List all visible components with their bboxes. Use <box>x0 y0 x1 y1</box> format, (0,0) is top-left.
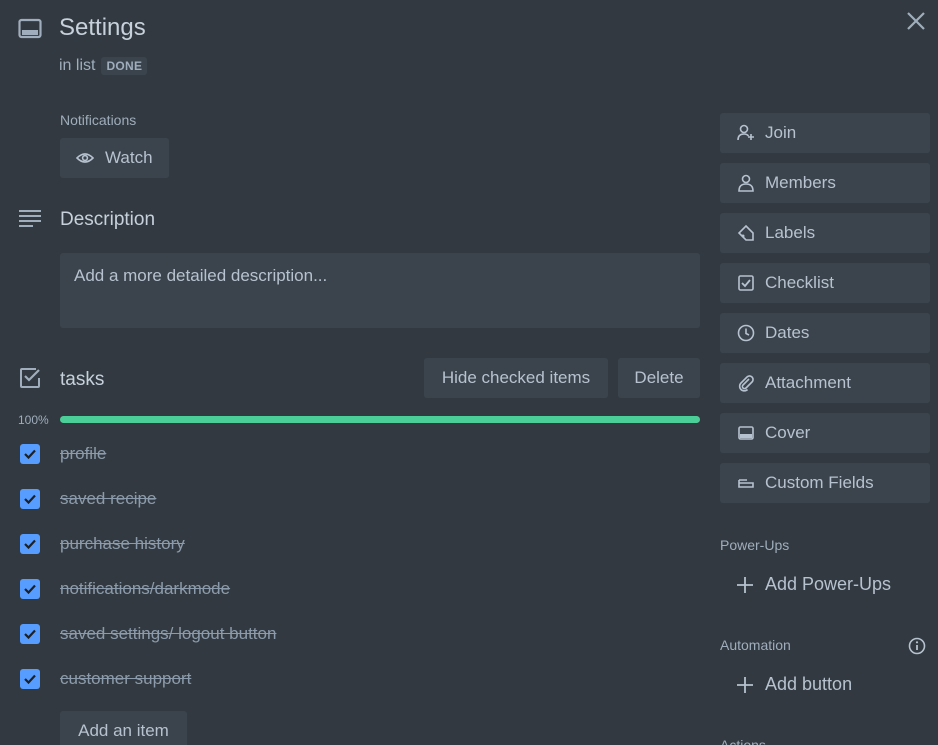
checkbox[interactable] <box>20 669 40 689</box>
sidebar-button-label: Dates <box>765 323 810 342</box>
sidebar-labels-button[interactable]: Labels <box>720 213 930 253</box>
description-input[interactable]: Add a more detailed description... <box>60 253 700 328</box>
cover-icon <box>737 424 755 442</box>
checkbox[interactable] <box>20 624 40 644</box>
list-indicator: in list DONE <box>59 57 148 75</box>
checkbox-icon <box>737 274 755 292</box>
tag-icon <box>737 224 755 242</box>
plus-icon <box>737 676 753 693</box>
sidebar-button-label: Attachment <box>765 373 851 392</box>
description-icon <box>19 209 41 227</box>
close-icon[interactable] <box>906 11 926 31</box>
add-powerups-button[interactable]: Add Power-Ups <box>737 574 891 595</box>
card-icon <box>18 18 42 40</box>
sidebar-button-label: Checklist <box>765 273 834 292</box>
checkbox[interactable] <box>20 579 40 599</box>
hide-checked-items-button[interactable]: Hide checked items <box>424 358 608 398</box>
eye-icon <box>76 151 94 165</box>
in-list-text: in list <box>59 57 96 74</box>
checkbox[interactable] <box>20 534 40 554</box>
watch-label: Watch <box>105 148 153 167</box>
actions-label: Actions <box>720 737 766 745</box>
checklist-icon <box>19 367 41 389</box>
checkbox[interactable] <box>20 444 40 464</box>
add-automation-button[interactable]: Add button <box>737 674 852 695</box>
checklist-title[interactable]: tasks <box>60 369 104 391</box>
list-name-badge[interactable]: DONE <box>101 57 148 75</box>
delete-checklist-button[interactable]: Delete <box>618 358 700 398</box>
add-item-button[interactable]: Add an item <box>60 711 187 745</box>
sidebar-members-button[interactable]: Members <box>720 163 930 203</box>
checkbox[interactable] <box>20 489 40 509</box>
sidebar-button-label: Labels <box>765 223 816 242</box>
info-icon[interactable] <box>908 637 926 655</box>
checklist-item-label[interactable]: saved settings/ logout button <box>60 624 276 644</box>
card-title[interactable]: Settings <box>59 14 146 42</box>
add-powerups-label: Add Power-Ups <box>765 574 892 594</box>
sidebar-button-label: Custom Fields <box>765 473 874 492</box>
sidebar-button-label: Members <box>765 173 836 192</box>
checklist-item[interactable]: notifications/darkmode <box>20 578 230 600</box>
notifications-label: Notifications <box>60 112 137 128</box>
progress-bar-fill <box>60 416 700 423</box>
powerups-label: Power-Ups <box>720 537 790 553</box>
plus-icon <box>737 576 753 593</box>
paperclip-icon <box>737 374 755 392</box>
card-detail-modal: Settings in list DONE Notifications Watc… <box>0 0 938 745</box>
automation-label: Automation <box>720 637 791 653</box>
progress-bar <box>60 416 700 423</box>
person-add-icon <box>737 124 755 142</box>
person-icon <box>737 174 755 192</box>
progress-percent: 100% <box>18 413 49 427</box>
sidebar-checklist-button[interactable]: Checklist <box>720 263 930 303</box>
custom-fields-icon <box>737 474 755 492</box>
sidebar-button-label: Cover <box>765 423 811 442</box>
checklist-item[interactable]: profile <box>20 443 106 465</box>
checklist-item-label[interactable]: customer support <box>60 669 191 689</box>
sidebar-attachment-button[interactable]: Attachment <box>720 363 930 403</box>
checklist-item-label[interactable]: notifications/darkmode <box>60 579 230 599</box>
checklist-item[interactable]: customer support <box>20 668 191 690</box>
add-button-label: Add button <box>765 674 853 694</box>
description-title: Description <box>60 209 156 230</box>
sidebar-join-button[interactable]: Join <box>720 113 930 153</box>
sidebar-custom-fields-button[interactable]: Custom Fields <box>720 463 930 503</box>
checklist-item-label[interactable]: profile <box>60 444 106 464</box>
sidebar-cover-button[interactable]: Cover <box>720 413 930 453</box>
watch-button[interactable]: Watch <box>60 138 169 178</box>
checklist-item[interactable]: saved settings/ logout button <box>20 623 276 645</box>
sidebar-button-label: Join <box>765 123 797 142</box>
checklist-item[interactable]: purchase history <box>20 533 185 555</box>
sidebar-dates-button[interactable]: Dates <box>720 313 930 353</box>
checklist-item-label[interactable]: saved recipe <box>60 489 156 509</box>
clock-icon <box>737 324 755 342</box>
checklist-item-label[interactable]: purchase history <box>60 534 185 554</box>
checklist-item[interactable]: saved recipe <box>20 488 156 510</box>
